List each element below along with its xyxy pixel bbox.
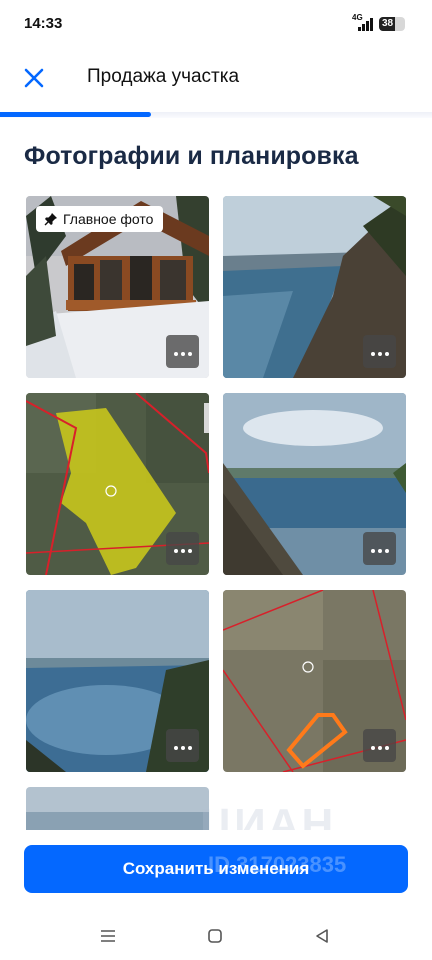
more-icon [172, 737, 193, 755]
nav-back-button[interactable] [310, 924, 334, 948]
more-button[interactable] [363, 729, 396, 762]
page-title: Продажа участка [87, 66, 240, 87]
more-button[interactable] [166, 335, 199, 368]
app-header: Продажа участка [0, 48, 432, 110]
progress-fill [0, 112, 152, 117]
main-photo-label: Главное фото [63, 211, 154, 227]
watermark-id: ID 317023835 [208, 852, 347, 877]
nav-menu-button[interactable] [96, 924, 120, 948]
battery-level: 38 [382, 18, 394, 29]
battery-icon: 38 [379, 17, 405, 31]
photo-tile-4[interactable] [223, 393, 406, 575]
nav-home-button[interactable] [203, 924, 227, 948]
more-button[interactable] [166, 729, 199, 762]
menu-icon [101, 930, 115, 942]
back-icon [316, 929, 328, 943]
home-icon [208, 929, 222, 943]
close-button[interactable] [16, 60, 52, 96]
more-icon [172, 540, 193, 558]
main-photo-badge: Главное фото [36, 206, 164, 232]
section-title: Фотографии и планировка [24, 142, 359, 170]
signal-icon [358, 18, 374, 31]
photo-tile-5[interactable] [26, 590, 209, 772]
more-icon [369, 343, 390, 361]
more-icon [369, 737, 390, 755]
status-bar: 14:33 4G 38 [0, 0, 432, 48]
pin-icon [44, 213, 57, 226]
close-icon [24, 68, 44, 88]
progress-bar [0, 112, 432, 118]
photo-tile-1[interactable]: Главное фото [26, 196, 209, 378]
more-button[interactable] [363, 335, 396, 368]
system-nav-bar [0, 912, 432, 960]
photo-tile-6[interactable] [223, 590, 406, 772]
status-time: 14:33 [24, 15, 63, 32]
more-icon [172, 343, 193, 361]
more-icon [369, 540, 390, 558]
photo-tile-3[interactable] [26, 393, 209, 575]
photo-tile-2[interactable] [223, 196, 406, 378]
more-button[interactable] [363, 532, 396, 565]
more-button[interactable] [166, 532, 199, 565]
